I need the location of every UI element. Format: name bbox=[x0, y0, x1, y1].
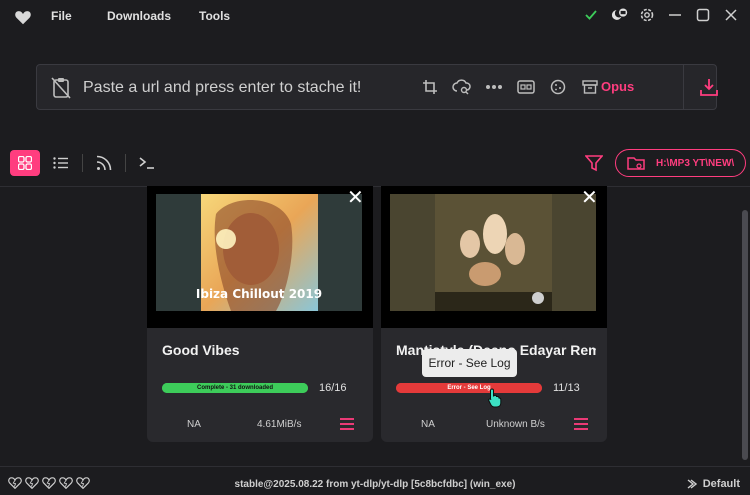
close-icon[interactable]: ✕ bbox=[581, 188, 598, 208]
profile-selector[interactable]: Default bbox=[687, 478, 740, 490]
view-separator bbox=[82, 154, 83, 172]
view-toolbar bbox=[10, 150, 162, 176]
window-controls bbox=[582, 6, 740, 24]
theme-toggle-icon[interactable] bbox=[610, 6, 628, 24]
rss-feed-icon[interactable] bbox=[89, 150, 119, 176]
menu-tools[interactable]: Tools bbox=[199, 9, 230, 23]
menu-file[interactable]: File bbox=[51, 9, 72, 23]
terminal-icon[interactable] bbox=[132, 150, 162, 176]
scrollbar[interactable] bbox=[742, 210, 748, 460]
close-window-button[interactable] bbox=[722, 6, 740, 24]
size-value: NA bbox=[421, 419, 435, 430]
thumbnail-image[interactable] bbox=[390, 194, 596, 311]
app-window: File Downloads Tools Opus bbox=[0, 0, 750, 495]
heart-icon[interactable] bbox=[14, 9, 32, 25]
check-icon bbox=[582, 6, 600, 24]
cookie-icon[interactable] bbox=[547, 76, 569, 98]
hand-cursor-icon bbox=[488, 388, 502, 408]
speed-value: Unknown B/s bbox=[486, 419, 545, 430]
error-tooltip: Error - See Log bbox=[422, 349, 517, 377]
minimize-button[interactable] bbox=[666, 6, 684, 24]
more-options-icon[interactable] bbox=[483, 76, 505, 98]
progress-label: Complete - 31 downloaded bbox=[196, 385, 273, 391]
hamburger-menu-icon[interactable] bbox=[339, 417, 355, 431]
archive-icon[interactable] bbox=[579, 76, 601, 98]
format-selector[interactable]: Opus bbox=[601, 79, 634, 94]
status-bar: stable@2025.08.22 from yt-dlp/yt-dlp [5c… bbox=[0, 466, 750, 495]
url-divider bbox=[683, 65, 684, 109]
download-card: Ibiza Chillout 2019 ✕ Good Vibes Complet… bbox=[147, 186, 373, 442]
url-tools bbox=[419, 76, 601, 98]
thumbnail-frame: ✕ bbox=[381, 186, 607, 328]
title-bar: File Downloads Tools bbox=[0, 0, 750, 34]
menu-downloads[interactable]: Downloads bbox=[107, 9, 171, 23]
settings-gear-icon[interactable] bbox=[638, 6, 656, 24]
grid-view-icon[interactable] bbox=[10, 150, 40, 176]
url-input[interactable] bbox=[83, 77, 403, 99]
list-view-icon[interactable] bbox=[46, 150, 76, 176]
folder-settings-icon bbox=[626, 154, 646, 172]
thumbnail-caption: Ibiza Chillout 2019 bbox=[196, 287, 322, 301]
maximize-button[interactable] bbox=[694, 6, 712, 24]
progress-label[interactable]: Error - See Log bbox=[396, 383, 542, 393]
clipboard-off-icon[interactable] bbox=[51, 77, 71, 99]
close-icon[interactable]: ✕ bbox=[347, 188, 364, 208]
card-title: Good Vibes bbox=[162, 342, 240, 358]
downloads-grid bbox=[0, 186, 750, 466]
output-folder-button[interactable]: H:\MP3 YT\NEW\ bbox=[615, 149, 746, 177]
version-text: stable@2025.08.22 from yt-dlp/yt-dlp [5c… bbox=[234, 479, 516, 490]
item-count: 16/16 bbox=[319, 382, 347, 394]
item-count: 11/13 bbox=[553, 382, 580, 394]
url-bar: Opus bbox=[36, 64, 718, 110]
filter-icon[interactable] bbox=[583, 152, 605, 174]
subtitles-icon[interactable] bbox=[515, 76, 537, 98]
speed-value: 4.61MiB/s bbox=[257, 419, 302, 430]
folder-path: H:\MP3 YT\NEW\ bbox=[656, 157, 735, 169]
cloud-search-icon[interactable] bbox=[451, 76, 473, 98]
chevron-right-icon bbox=[687, 479, 697, 489]
progress-bar: Complete - 31 downloaded bbox=[162, 383, 308, 393]
download-icon[interactable] bbox=[697, 75, 721, 99]
progress-bar: Error - See Log bbox=[396, 383, 542, 393]
view-separator-2 bbox=[125, 154, 126, 172]
thumbnail-image[interactable]: Ibiza Chillout 2019 bbox=[156, 194, 362, 311]
thumbnail-frame: Ibiza Chillout 2019 ✕ bbox=[147, 186, 373, 328]
hamburger-menu-icon[interactable] bbox=[573, 417, 589, 431]
crop-icon[interactable] bbox=[419, 76, 441, 98]
profile-label: Default bbox=[702, 478, 740, 490]
size-value: NA bbox=[187, 419, 201, 430]
